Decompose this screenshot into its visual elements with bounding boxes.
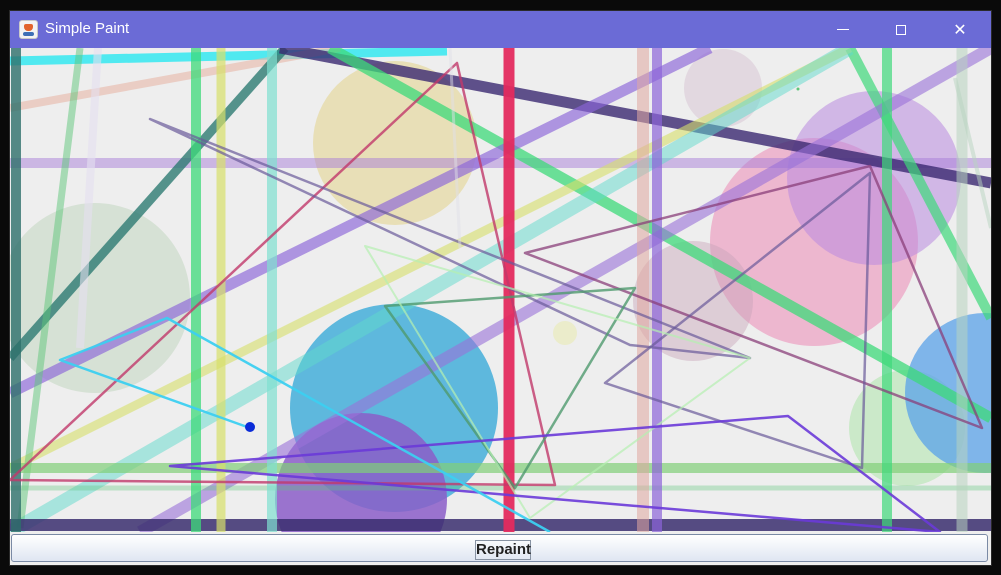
- repaint-label: Repaint: [475, 540, 532, 560]
- brush-cursor: [245, 422, 255, 432]
- close-button[interactable]: ✕: [931, 11, 989, 48]
- drawing-surface: [10, 48, 991, 532]
- app-window: Simple Paint ✕ Repaint: [9, 10, 992, 566]
- java-cup-icon: [19, 20, 38, 39]
- window-title: Simple Paint: [45, 20, 130, 37]
- close-icon: ✕: [953, 20, 967, 39]
- maximize-icon: [896, 24, 906, 35]
- minimize-button[interactable]: [814, 11, 872, 48]
- repaint-button[interactable]: Repaint: [11, 534, 988, 562]
- title-bar[interactable]: Simple Paint ✕: [10, 11, 991, 48]
- shape-circle: [553, 321, 577, 345]
- minimize-icon: [837, 29, 849, 30]
- button-panel: Repaint: [10, 532, 991, 565]
- maximize-button[interactable]: [872, 11, 930, 48]
- paint-canvas[interactable]: [10, 48, 991, 532]
- shape-dot: [796, 87, 800, 91]
